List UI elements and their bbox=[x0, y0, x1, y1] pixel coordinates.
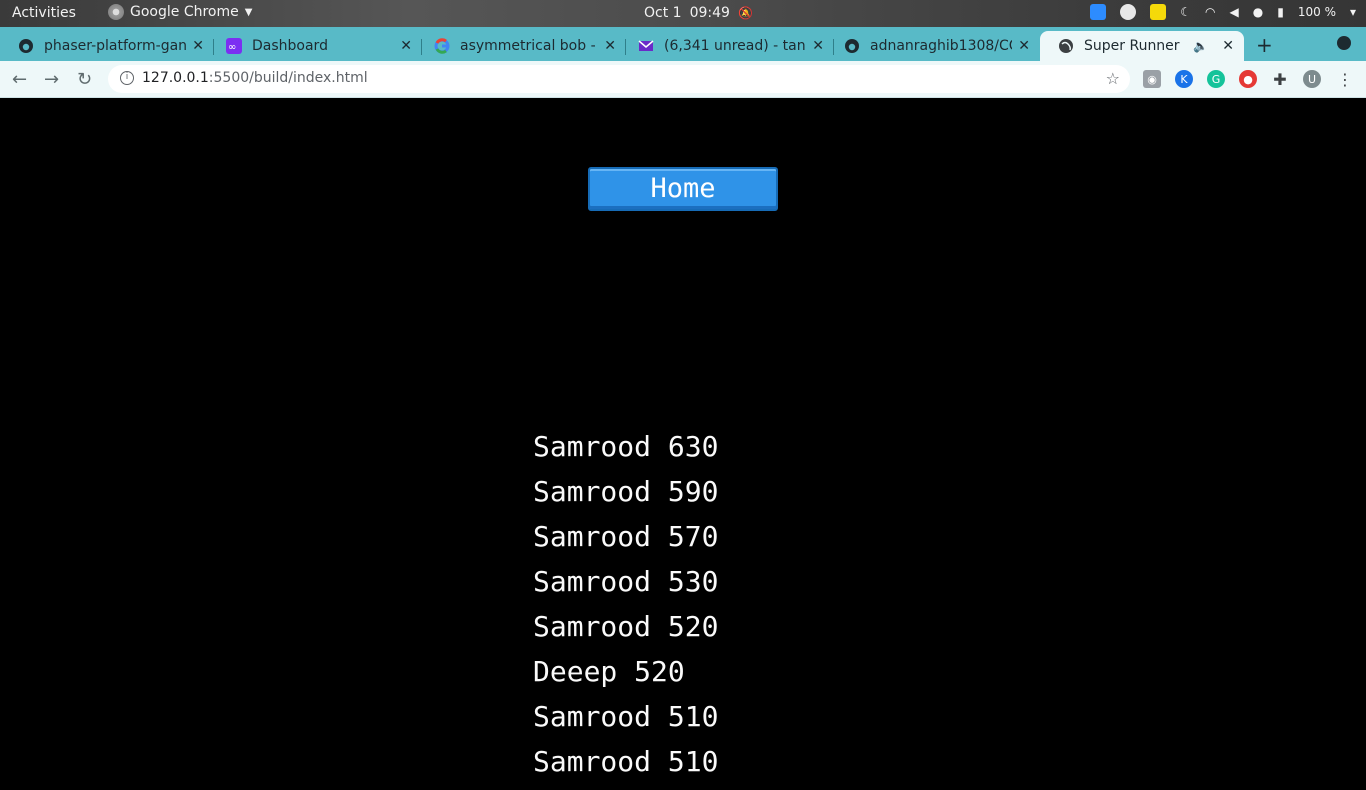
reload-icon[interactable]: ↻ bbox=[77, 69, 92, 90]
zoom-icon[interactable] bbox=[1090, 4, 1107, 20]
dashboard-icon: ∞ bbox=[226, 38, 242, 54]
extensions-puzzle-icon[interactable]: ✚ bbox=[1271, 70, 1289, 89]
system-tray[interactable]: ☾ ◠ ◀ ● ▮ 100 % ▾ bbox=[1090, 4, 1356, 20]
clock-date: Oct 1 bbox=[644, 5, 682, 21]
close-tab-icon[interactable]: ✕ bbox=[1222, 38, 1234, 54]
tab-github-repo[interactable]: adnanraghib1308/CC ✕ bbox=[826, 31, 1040, 61]
new-tab-button[interactable]: + bbox=[1256, 33, 1273, 57]
slack-icon[interactable] bbox=[1120, 4, 1137, 20]
screenshot-extension-icon[interactable]: ◉ bbox=[1143, 70, 1161, 88]
activities-button[interactable]: Activities bbox=[12, 5, 76, 21]
microphone-icon: ● bbox=[1252, 5, 1264, 19]
url-path: :5500/build/index.html bbox=[208, 70, 368, 86]
k-extension-icon[interactable]: K bbox=[1175, 70, 1193, 88]
tab-title: phaser-platform-gan bbox=[44, 38, 187, 54]
address-bar[interactable]: i 127.0.0.1:5500/build/index.html ☆ bbox=[108, 65, 1130, 93]
tab-title: (6,341 unread) - tanzi bbox=[664, 38, 807, 54]
back-icon[interactable]: ← bbox=[12, 69, 27, 90]
leaderboard-entry: Samrood 590 bbox=[533, 475, 719, 508]
chrome-menu-icon[interactable]: ⋮ bbox=[1336, 70, 1354, 89]
github-icon bbox=[18, 38, 34, 54]
audio-playing-icon[interactable]: 🔈 bbox=[1193, 39, 1208, 53]
leaderboard-entry: Samrood 570 bbox=[533, 520, 719, 553]
adblock-extension-icon[interactable]: ● bbox=[1239, 70, 1257, 88]
battery-percent: 100 % bbox=[1297, 5, 1336, 19]
night-light-icon: ☾ bbox=[1180, 5, 1192, 19]
svg-text:∞: ∞ bbox=[228, 42, 236, 53]
game-canvas[interactable]: Home Samrood 630 Samrood 590 Samrood 570… bbox=[0, 98, 1366, 778]
tab-phaser-platform[interactable]: phaser-platform-gan ✕ bbox=[0, 31, 214, 61]
grammarly-icon[interactable]: G bbox=[1207, 70, 1225, 88]
close-tab-icon[interactable]: ✕ bbox=[812, 38, 824, 54]
leaderboard-entry: Deeep 520 bbox=[533, 655, 685, 688]
url-text[interactable]: 127.0.0.1:5500/build/index.html bbox=[142, 70, 368, 86]
leaderboard-entry: Samrood 630 bbox=[533, 430, 719, 463]
clock-time: 09:49 bbox=[689, 5, 730, 21]
close-tab-icon[interactable]: ✕ bbox=[400, 38, 412, 54]
google-icon bbox=[434, 38, 450, 54]
profile-avatar[interactable]: U bbox=[1303, 70, 1321, 88]
tab-strip: phaser-platform-gan ✕ ∞ Dashboard ✕ asym… bbox=[0, 27, 1366, 61]
tab-search-icon[interactable] bbox=[1337, 36, 1351, 50]
notifications-muted-icon: 🔕 bbox=[737, 6, 753, 20]
clock[interactable]: Oct 1 09:49 🔕 bbox=[644, 5, 753, 21]
tab-title: adnanraghib1308/CC bbox=[870, 38, 1013, 54]
globe-icon bbox=[1058, 38, 1074, 54]
leaderboard-entry: Samrood 510 bbox=[533, 700, 719, 733]
leaderboard-entry: Samrood 530 bbox=[533, 565, 719, 598]
sticky-notes-icon[interactable] bbox=[1150, 4, 1167, 20]
browser-toolbar: ← → ↻ i 127.0.0.1:5500/build/index.html … bbox=[0, 61, 1366, 98]
tab-dashboard[interactable]: ∞ Dashboard ✕ bbox=[208, 31, 422, 61]
close-tab-icon[interactable]: ✕ bbox=[604, 38, 616, 54]
tab-mail[interactable]: (6,341 unread) - tanzi ✕ bbox=[620, 31, 834, 61]
chevron-down-icon[interactable]: ▾ bbox=[1350, 5, 1356, 19]
tab-title: Super Runner bbox=[1084, 38, 1180, 54]
forward-icon[interactable]: → bbox=[44, 69, 59, 90]
bookmark-star-icon[interactable]: ☆ bbox=[1106, 69, 1120, 88]
close-tab-icon[interactable]: ✕ bbox=[1018, 38, 1030, 54]
volume-icon: ◀ bbox=[1229, 5, 1239, 19]
mail-icon bbox=[638, 38, 654, 54]
site-info-icon[interactable]: i bbox=[120, 71, 134, 85]
tab-google-search[interactable]: asymmetrical bob - G ✕ bbox=[416, 31, 626, 61]
chrome-icon bbox=[108, 4, 124, 20]
battery-icon: ▮ bbox=[1277, 5, 1284, 19]
system-top-bar: Activities Google Chrome ▼ Oct 1 09:49 🔕… bbox=[0, 0, 1366, 27]
close-tab-icon[interactable]: ✕ bbox=[192, 38, 204, 54]
tab-title: Dashboard bbox=[252, 38, 328, 54]
leaderboard: Samrood 630 Samrood 590 Samrood 570 Samr… bbox=[533, 430, 718, 790]
leaderboard-entry: Samrood 520 bbox=[533, 610, 719, 643]
app-menu-label: Google Chrome bbox=[130, 4, 239, 20]
home-button[interactable]: Home bbox=[588, 167, 778, 211]
tab-title: asymmetrical bob - G bbox=[460, 38, 599, 54]
app-menu[interactable]: Google Chrome ▼ bbox=[108, 4, 252, 20]
github-icon bbox=[844, 38, 860, 54]
chevron-down-icon: ▼ bbox=[244, 6, 253, 18]
url-host: 127.0.0.1 bbox=[142, 70, 209, 86]
tab-super-runner[interactable]: Super Runner 🔈 ✕ bbox=[1040, 31, 1244, 61]
wifi-icon: ◠ bbox=[1205, 5, 1216, 19]
